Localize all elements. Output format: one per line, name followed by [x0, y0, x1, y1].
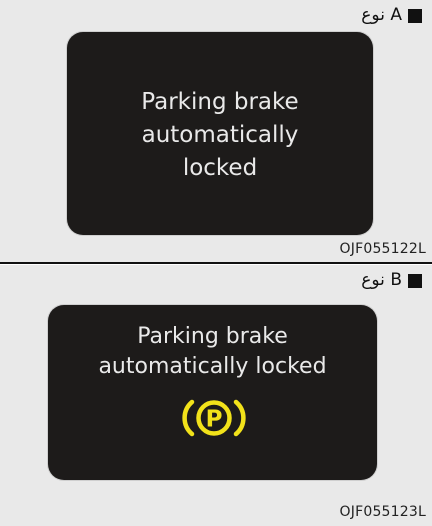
type-a-message-line-1: Parking brake — [141, 89, 299, 115]
square-bullet-icon — [408, 273, 422, 288]
type-b-image-code: OJF055123L — [339, 504, 426, 520]
type-b-label-text: نوع B — [361, 270, 402, 290]
type-b-label: نوع B — [361, 272, 422, 289]
type-a-label-text: نوع A — [361, 5, 402, 25]
type-a-message-line-2: automatically — [141, 122, 299, 148]
type-b-message-line-1: Parking brake — [137, 324, 288, 349]
type-b-message: Parking brake automatically locked — [48, 322, 377, 382]
type-a-message-line-3: locked — [182, 155, 258, 181]
type-b-message-line-2: automatically locked — [98, 354, 327, 379]
type-a-image-code: OJF055122L — [339, 241, 426, 257]
type-a-display-screen: Parking brake automatically locked — [67, 32, 373, 235]
section-divider — [0, 262, 432, 264]
parking-brake-icon: P — [182, 399, 246, 437]
svg-text:P: P — [206, 407, 223, 433]
type-a-panel: نوع A Parking brake automatically locked… — [0, 0, 432, 262]
type-a-label: نوع A — [361, 7, 422, 24]
type-a-message: Parking brake automatically locked — [67, 86, 373, 185]
square-bullet-icon — [408, 8, 422, 23]
type-b-display-screen: Parking brake automatically locked P — [48, 305, 377, 480]
